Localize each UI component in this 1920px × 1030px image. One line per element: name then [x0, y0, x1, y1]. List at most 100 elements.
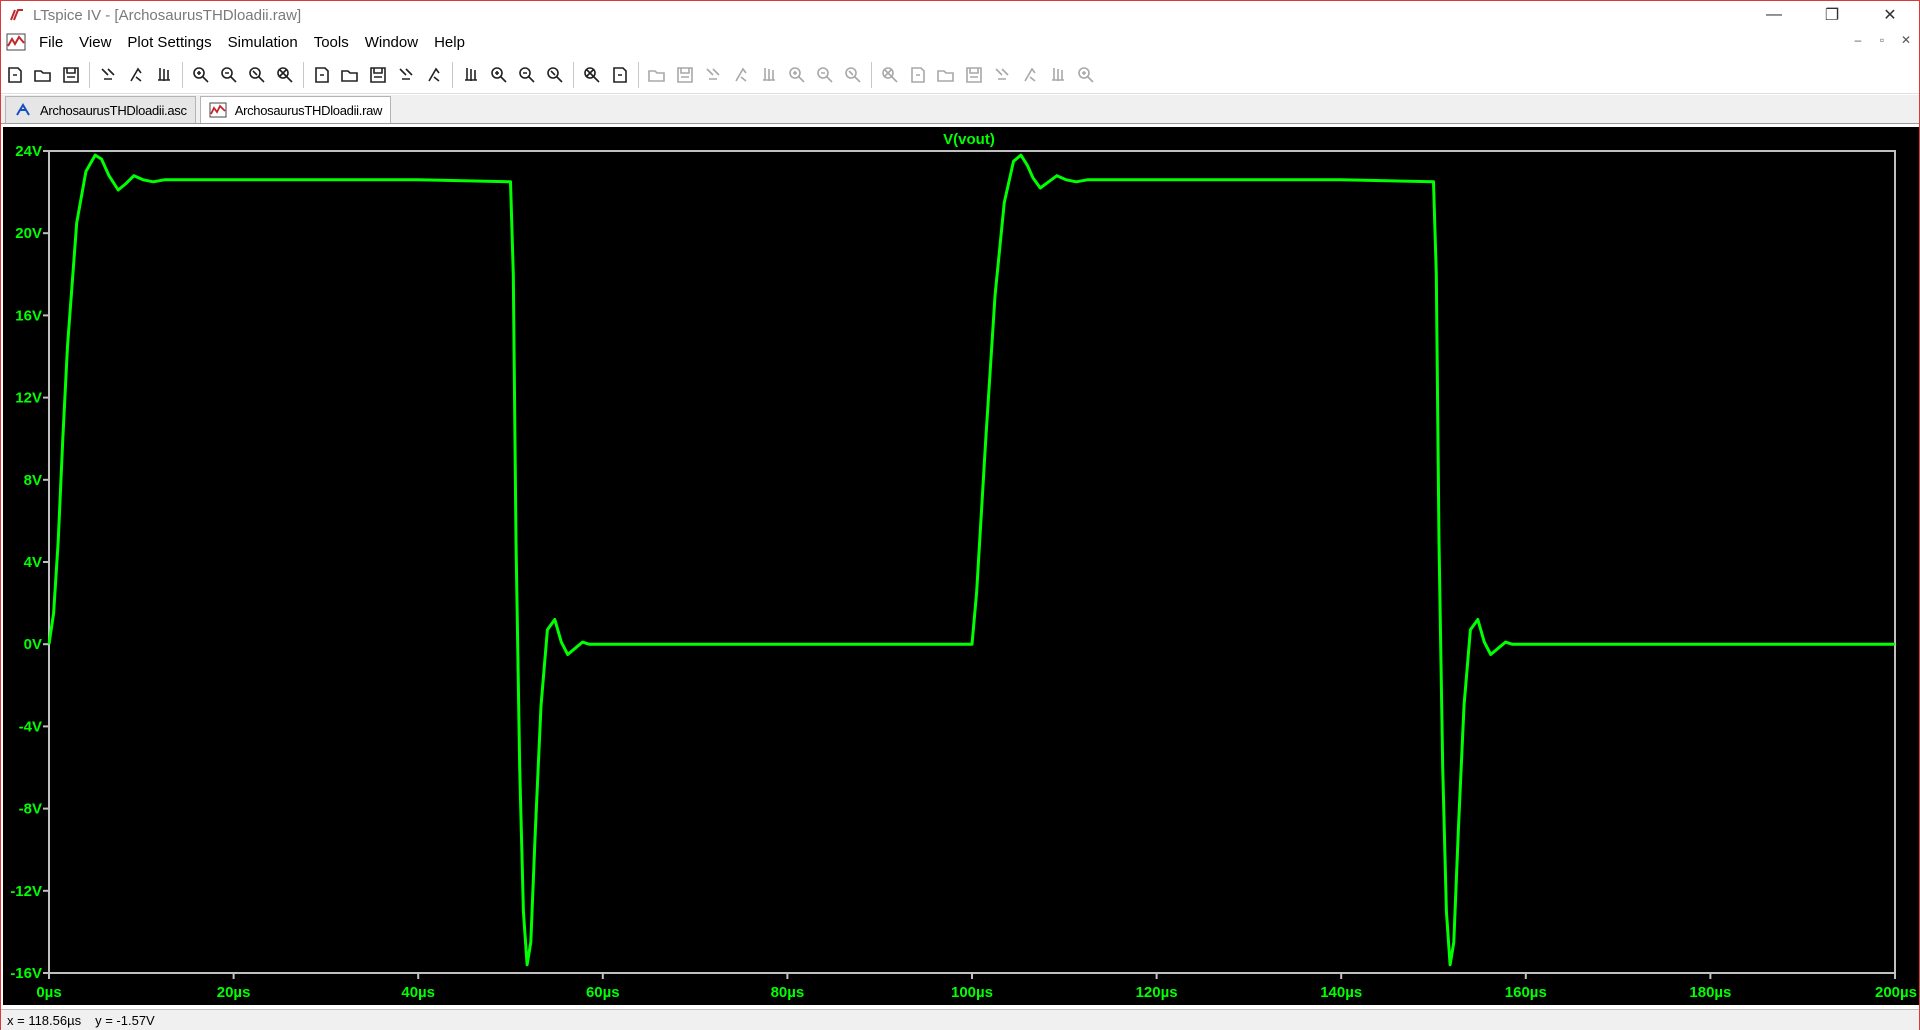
cut-icon[interactable] [457, 61, 485, 89]
trace-title[interactable]: V(vout) [943, 131, 995, 148]
status-bar: x = 118.56µs y = -1.57V [1, 1009, 1919, 1030]
menu-bar: File View Plot Settings Simulation Tools… [1, 29, 1919, 55]
restore-button[interactable]: ❐ [1803, 1, 1861, 29]
control-panel-icon[interactable] [94, 61, 122, 89]
resistor-icon[interactable] [727, 61, 755, 89]
x-tick-label: 140µs [1320, 984, 1362, 1001]
menu-simulation[interactable]: Simulation [220, 34, 306, 51]
toolbar-separator [452, 62, 453, 88]
x-tick-label: 200µs [1875, 984, 1917, 1001]
new-schematic-icon[interactable] [1, 61, 29, 89]
zoom-out-icon[interactable] [215, 61, 243, 89]
menu-view[interactable]: View [71, 34, 119, 51]
menu-window[interactable]: Window [357, 34, 426, 51]
x-axis: 0µs 20µs 40µs 60µs 80µs 100µs 120µs 140µs 160µs 1… [36, 973, 1917, 1001]
tab-waveform[interactable]: ArchosaurusTHDloadii.raw [199, 96, 392, 123]
mirror-icon[interactable] [1016, 61, 1044, 89]
cascade-icon[interactable] [392, 61, 420, 89]
tab-schematic[interactable]: ArchosaurusTHDloadii.asc [5, 96, 196, 123]
diode-icon[interactable] [811, 61, 839, 89]
y-tick-label: 4V [24, 554, 42, 571]
mdi-minimize-button[interactable]: – [1849, 33, 1867, 47]
tab-label: ArchosaurusTHDloadii.asc [40, 102, 187, 118]
x-tick-label: 160µs [1505, 984, 1547, 1001]
minimize-button[interactable]: — [1745, 1, 1803, 29]
plot-frame [48, 150, 1896, 974]
print-preview-icon[interactable] [578, 61, 606, 89]
move-icon[interactable] [876, 61, 904, 89]
tile-horizontal-icon[interactable] [364, 61, 392, 89]
window-title: LTspice IV - [ArchosaurusTHDloadii.raw] [33, 6, 302, 24]
y-tick-label: -16V [10, 965, 42, 982]
ground-icon[interactable] [671, 61, 699, 89]
x-tick-label: 120µs [1136, 984, 1178, 1001]
text-icon[interactable] [1044, 61, 1072, 89]
toolbar-separator [89, 62, 90, 88]
redo-icon[interactable] [960, 61, 988, 89]
mark-icon[interactable] [336, 61, 364, 89]
paste-icon[interactable] [513, 61, 541, 89]
y-tick-label: 24V [15, 143, 42, 160]
toolbar [1, 57, 1919, 94]
tile-vertical-icon[interactable] [420, 61, 448, 89]
find-icon[interactable] [541, 61, 569, 89]
title-bar: LTspice IV - [ArchosaurusTHDloadii.raw] … [1, 1, 1919, 29]
x-tick-label: 100µs [951, 984, 993, 1001]
waveform-doc-icon[interactable] [5, 31, 27, 53]
run-icon[interactable] [122, 61, 150, 89]
close-button[interactable]: ✕ [1861, 1, 1919, 29]
rotate-icon[interactable] [988, 61, 1016, 89]
spice-directive-icon[interactable] [1072, 61, 1100, 89]
capacitor-icon[interactable] [755, 61, 783, 89]
cursor-y-readout: y = -1.57V [95, 1012, 155, 1028]
copy-icon[interactable] [485, 61, 513, 89]
halt-icon[interactable] [150, 61, 178, 89]
wire-icon[interactable] [643, 61, 671, 89]
inductor-icon[interactable] [783, 61, 811, 89]
x-tick-label: 60µs [586, 984, 620, 1001]
label-icon[interactable] [699, 61, 727, 89]
x-tick-label: 20µs [217, 984, 251, 1001]
x-tick-label: 80µs [771, 984, 805, 1001]
y-axis: 24V 20V 16V 12V 8V 4V 0V -4V -8V -12V -16V [10, 143, 49, 982]
document-tabs: ArchosaurusTHDloadii.asc ArchosaurusTHDl… [1, 95, 1919, 124]
zoom-back-icon[interactable] [243, 61, 271, 89]
y-tick-label: -8V [19, 801, 42, 818]
ltspice-logo-icon [10, 9, 23, 21]
waveform-chart[interactable]: V(vout) 24V 20V 16V 12V 8V 4V 0V -4V -8V -12V -16V… [3, 127, 1919, 1005]
schematic-icon [16, 103, 30, 116]
waveform-plot[interactable]: V(vout) 24V 20V 16V 12V 8V 4V 0V -4V -8V -12V -16V… [3, 127, 1919, 1005]
save-icon[interactable] [57, 61, 85, 89]
waveform-icon [209, 102, 227, 118]
toolbar-separator [303, 62, 304, 88]
menu-file[interactable]: File [31, 34, 71, 51]
open-icon[interactable] [29, 61, 57, 89]
y-tick-label: 16V [15, 307, 42, 324]
toolbar-separator [573, 62, 574, 88]
menu-help[interactable]: Help [426, 34, 473, 51]
print-icon[interactable] [606, 61, 634, 89]
toolbar-separator [182, 62, 183, 88]
component-icon[interactable] [839, 61, 867, 89]
y-tick-label: 0V [24, 636, 42, 653]
menu-tools[interactable]: Tools [306, 34, 357, 51]
menu-plot-settings[interactable]: Plot Settings [119, 34, 219, 51]
trace-vout[interactable] [47, 153, 1895, 967]
x-tick-label: 180µs [1689, 984, 1731, 1001]
y-tick-label: -4V [19, 718, 42, 735]
zoom-extents-icon[interactable] [271, 61, 299, 89]
y-tick-label: 20V [15, 225, 42, 242]
x-tick-label: 0µs [36, 984, 61, 1001]
cursor-x-readout: x = 118.56µs [7, 1012, 82, 1028]
autorange-icon[interactable] [308, 61, 336, 89]
x-tick-label: 40µs [401, 984, 435, 1001]
y-tick-label: 8V [24, 472, 42, 489]
zoom-in-icon[interactable] [187, 61, 215, 89]
drag-icon[interactable] [904, 61, 932, 89]
toolbar-separator [638, 62, 639, 88]
toolbar-separator [871, 62, 872, 88]
mdi-close-button[interactable]: ✕ [1897, 33, 1915, 47]
undo-icon[interactable] [932, 61, 960, 89]
mdi-restore-button[interactable]: ▫ [1873, 33, 1891, 47]
tab-label: ArchosaurusTHDloadii.raw [234, 102, 383, 118]
